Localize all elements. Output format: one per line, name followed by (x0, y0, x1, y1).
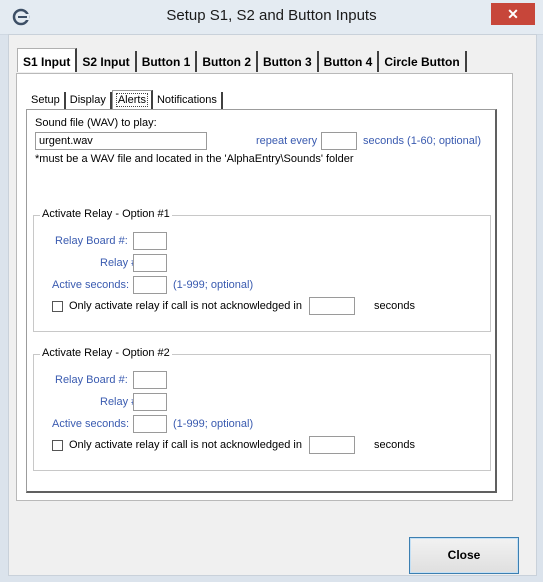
sound-file-label: Sound file (WAV) to play: (35, 117, 157, 129)
relay-option-1-group (33, 215, 491, 332)
repeat-seconds-hint: seconds (1-60; optional) (363, 135, 482, 147)
dialog-client-area: S1 Input S2 Input Button 1 Button 2 Butt… (8, 34, 537, 576)
title-bar: Setup S1, S2 and Button Inputs ✕ (0, 0, 543, 35)
relay1-relay-input[interactable] (133, 254, 167, 272)
tab-alerts-label: Alerts (115, 93, 148, 107)
main-tab-strip: S1 Input S2 Input Button 1 Button 2 Butt… (17, 48, 467, 72)
tab-button-4[interactable]: Button 4 (319, 51, 380, 72)
tab-setup[interactable]: Setup (27, 92, 66, 109)
tab-circle-button[interactable]: Circle Button (379, 51, 467, 72)
relay2-active-seconds-label: Active seconds: (52, 418, 130, 430)
relay2-board-input[interactable] (133, 371, 167, 389)
relay1-ack-checkbox[interactable] (52, 301, 63, 312)
relay-option-2-legend: Activate Relay - Option #2 (40, 347, 172, 360)
relay2-ack-checkbox[interactable] (52, 440, 63, 451)
relay1-seconds-label: seconds (374, 300, 415, 312)
relay1-ack-label: Only activate relay if call is not ackno… (69, 300, 302, 312)
relay2-seconds-label: seconds (374, 439, 415, 451)
relay1-board-input[interactable] (133, 232, 167, 250)
wav-location-note: *must be a WAV file and located in the '… (35, 153, 354, 165)
sub-tab-strip: Setup Display Alerts Notifications (27, 90, 223, 109)
relay-option-1-legend: Activate Relay - Option #1 (40, 208, 172, 221)
relay-option-2-group (33, 354, 491, 471)
tab-button-2[interactable]: Button 2 (197, 51, 258, 72)
relay1-active-seconds-input[interactable] (133, 276, 167, 294)
relay2-ack-seconds-input[interactable] (309, 436, 355, 454)
tab-button-3[interactable]: Button 3 (258, 51, 319, 72)
relay2-relay-input[interactable] (133, 393, 167, 411)
repeat-seconds-input[interactable] (321, 132, 357, 150)
relay1-active-seconds-label: Active seconds: (52, 279, 130, 291)
tab-display[interactable]: Display (66, 92, 112, 109)
relay1-ack-seconds-input[interactable] (309, 297, 355, 315)
relay2-board-label: Relay Board #: (55, 374, 128, 386)
sound-file-input[interactable] (35, 132, 207, 150)
tab-alerts[interactable]: Alerts (111, 90, 153, 109)
relay1-active-seconds-hint: (1-999; optional) (173, 279, 254, 291)
close-button[interactable]: Close (409, 537, 519, 574)
relay2-ack-label: Only activate relay if call is not ackno… (69, 439, 302, 451)
tab-button-1[interactable]: Button 1 (137, 51, 198, 72)
relay2-active-seconds-hint: (1-999; optional) (173, 418, 254, 430)
tab-s1-input[interactable]: S1 Input (17, 48, 78, 72)
window-close-button[interactable]: ✕ (491, 3, 535, 25)
relay2-active-seconds-input[interactable] (133, 415, 167, 433)
alerts-panel: Sound file (WAV) to play: repeat every s… (26, 109, 497, 493)
window-title: Setup S1, S2 and Button Inputs (166, 7, 377, 24)
tab-notifications[interactable]: Notifications (153, 92, 223, 109)
s1-input-panel: Setup Display Alerts Notifications Sound… (16, 73, 513, 501)
relay1-board-label: Relay Board #: (55, 235, 128, 247)
repeat-every-label: repeat every (256, 135, 318, 147)
tab-s2-input[interactable]: S2 Input (77, 51, 137, 72)
